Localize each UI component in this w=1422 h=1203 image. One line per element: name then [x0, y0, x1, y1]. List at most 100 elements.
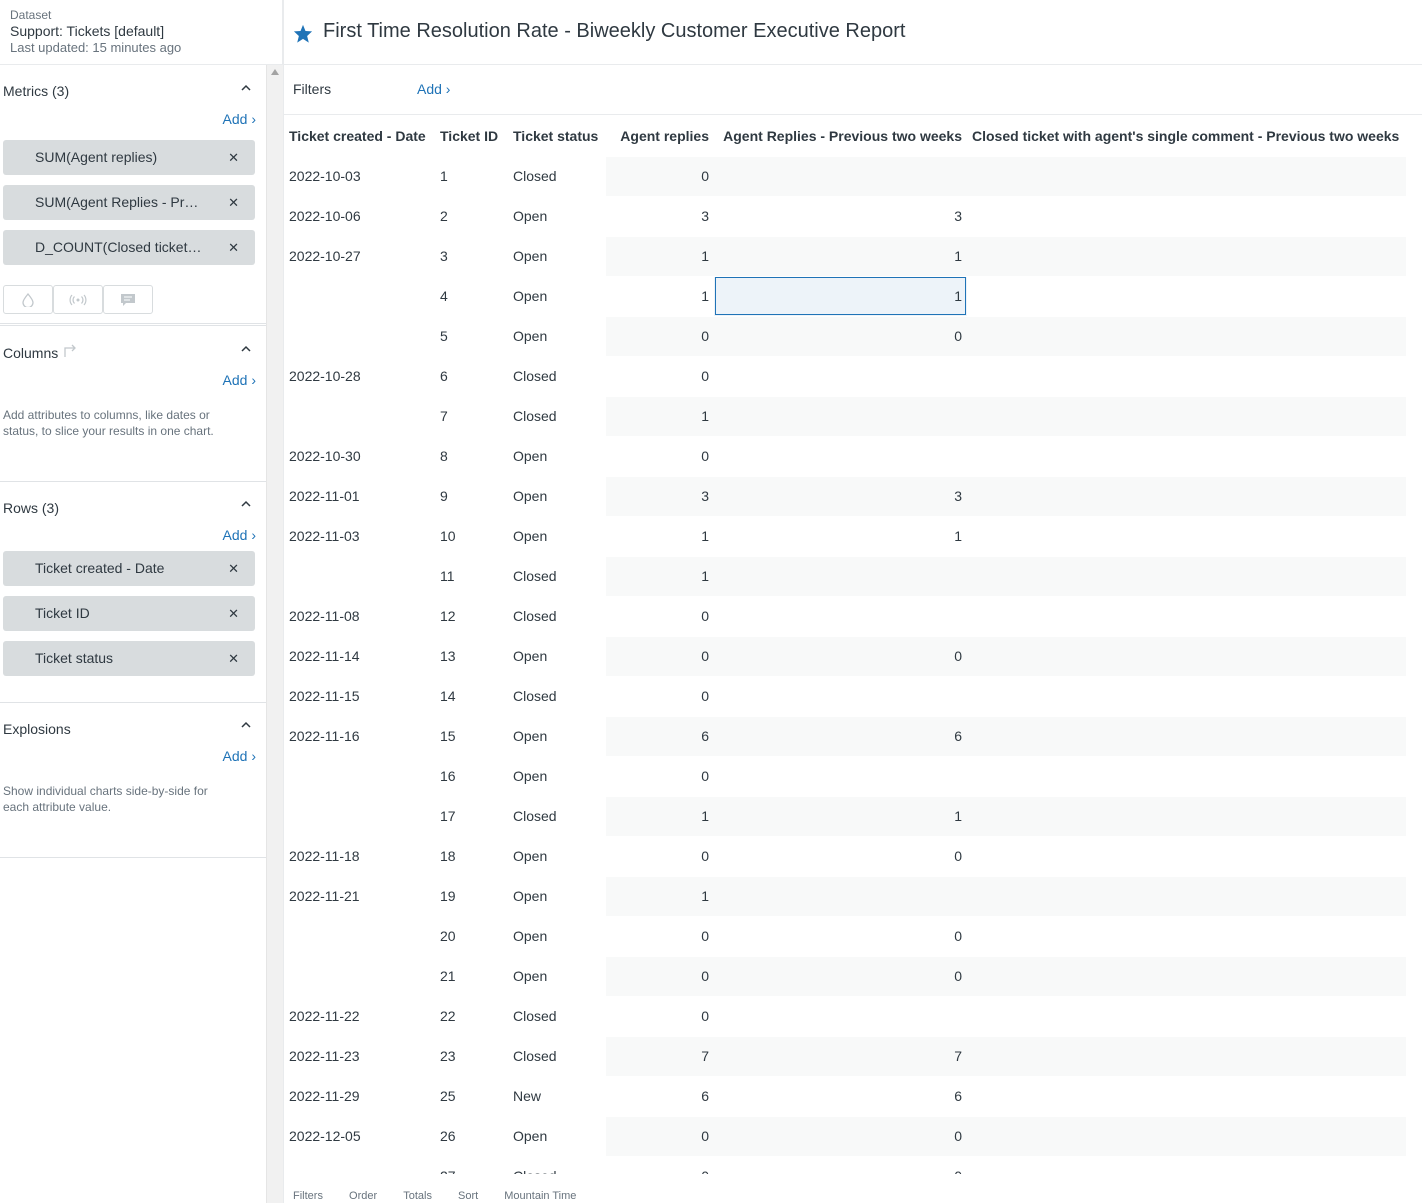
cell-agent-replies-prev[interactable]: [714, 675, 967, 717]
cell-closed-single-comment[interactable]: [967, 195, 1406, 237]
cell-agent-replies-prev[interactable]: [714, 595, 967, 637]
cell-agent-replies[interactable]: 7: [606, 1035, 714, 1077]
cell-closed-single-comment[interactable]: [967, 995, 1406, 1037]
cell-created-date[interactable]: 2022-11-23: [284, 1036, 435, 1076]
cell-agent-replies-prev[interactable]: 0: [714, 315, 967, 357]
cell-ticket-status[interactable]: Closed: [508, 596, 606, 636]
cell-ticket-status[interactable]: Closed: [508, 556, 606, 596]
report-title[interactable]: First Time Resolution Rate - Biweekly Cu…: [323, 20, 905, 43]
metric-pill[interactable]: D_COUNT(Closed ticket with agent's singl…: [3, 230, 255, 265]
cell-agent-replies[interactable]: 1: [606, 515, 714, 557]
cell-ticket-status[interactable]: Closed: [508, 396, 606, 436]
cell-agent-replies[interactable]: 0: [606, 915, 714, 957]
cell-created-date[interactable]: [284, 396, 435, 436]
cell-ticket-status[interactable]: Open: [508, 516, 606, 556]
cell-ticket-id[interactable]: 11: [435, 556, 508, 596]
cell-ticket-id[interactable]: 4: [435, 276, 508, 316]
cell-agent-replies[interactable]: 6: [606, 1075, 714, 1117]
remove-metric-icon[interactable]: ✕: [228, 140, 239, 175]
cell-ticket-id[interactable]: 10: [435, 516, 508, 556]
cell-closed-single-comment[interactable]: [967, 475, 1406, 517]
cell-created-date[interactable]: 2022-11-18: [284, 836, 435, 876]
add-row-button[interactable]: Add ›: [223, 527, 256, 543]
cell-ticket-status[interactable]: Open: [508, 636, 606, 676]
cell-ticket-id[interactable]: 2: [435, 196, 508, 236]
cell-created-date[interactable]: [284, 556, 435, 596]
panel-scrollbar[interactable]: [266, 65, 283, 1203]
cell-closed-single-comment[interactable]: [967, 355, 1406, 397]
cell-agent-replies-prev[interactable]: 0: [714, 955, 967, 997]
cell-agent-replies[interactable]: 0: [606, 995, 714, 1037]
cell-created-date[interactable]: [284, 956, 435, 996]
cell-created-date[interactable]: 2022-11-21: [284, 876, 435, 916]
cell-ticket-status[interactable]: Closed: [508, 796, 606, 836]
cell-ticket-id[interactable]: 9: [435, 476, 508, 516]
cell-ticket-status[interactable]: Closed: [508, 356, 606, 396]
cell-ticket-id[interactable]: 22: [435, 996, 508, 1036]
cell-ticket-status[interactable]: Closed: [508, 1036, 606, 1076]
cell-closed-single-comment[interactable]: [967, 1115, 1406, 1157]
cell-agent-replies-prev[interactable]: 0: [714, 915, 967, 957]
cell-ticket-status[interactable]: Open: [508, 716, 606, 756]
cell-closed-single-comment[interactable]: [967, 515, 1406, 557]
cell-agent-replies[interactable]: 1: [606, 795, 714, 837]
cell-created-date[interactable]: [284, 756, 435, 796]
cell-agent-replies[interactable]: 1: [606, 555, 714, 597]
cell-agent-replies[interactable]: 1: [606, 235, 714, 277]
footer-totals[interactable]: Totals: [403, 1190, 432, 1202]
cell-created-date[interactable]: 2022-10-06: [284, 196, 435, 236]
cell-ticket-id[interactable]: 19: [435, 876, 508, 916]
cell-agent-replies-prev[interactable]: 0: [714, 835, 967, 877]
cell-agent-replies[interactable]: 1: [606, 875, 714, 917]
cell-agent-replies[interactable]: 3: [606, 195, 714, 237]
cell-agent-replies-prev[interactable]: 1: [714, 275, 967, 317]
collapse-explosions-icon[interactable]: [240, 719, 252, 731]
add-filter-button[interactable]: Add ›: [417, 81, 450, 97]
cell-ticket-id[interactable]: 12: [435, 596, 508, 636]
swap-icon[interactable]: [62, 344, 78, 358]
cell-ticket-id[interactable]: 26: [435, 1116, 508, 1156]
cell-closed-single-comment[interactable]: [967, 555, 1406, 597]
cell-closed-single-comment[interactable]: [967, 155, 1406, 197]
cell-agent-replies[interactable]: 0: [606, 435, 714, 477]
cell-created-date[interactable]: [284, 796, 435, 836]
cell-ticket-id[interactable]: 23: [435, 1036, 508, 1076]
cell-closed-single-comment[interactable]: [967, 235, 1406, 277]
cell-agent-replies[interactable]: 0: [606, 675, 714, 717]
cell-ticket-id[interactable]: 25: [435, 1076, 508, 1116]
results-table-container[interactable]: Ticket created - Date Ticket ID Ticket s…: [284, 116, 1422, 1174]
cell-ticket-id[interactable]: 27: [435, 1156, 508, 1174]
cell-created-date[interactable]: [284, 916, 435, 956]
cell-agent-replies-prev[interactable]: 1: [714, 795, 967, 837]
cell-ticket-status[interactable]: Closed: [508, 1156, 606, 1174]
cell-created-date[interactable]: 2022-11-29: [284, 1076, 435, 1116]
cell-ticket-status[interactable]: Closed: [508, 676, 606, 716]
dataset-info[interactable]: Dataset Support: Tickets [default] Last …: [0, 0, 283, 65]
cell-ticket-id[interactable]: 18: [435, 836, 508, 876]
cell-closed-single-comment[interactable]: [967, 395, 1406, 437]
cell-ticket-id[interactable]: 16: [435, 756, 508, 796]
cell-closed-single-comment[interactable]: [967, 275, 1406, 317]
cell-closed-single-comment[interactable]: [967, 675, 1406, 717]
header-ticket-created-date[interactable]: Ticket created - Date: [284, 116, 435, 156]
remove-metric-icon[interactable]: ✕: [228, 185, 239, 220]
cell-ticket-status[interactable]: New: [508, 1076, 606, 1116]
cell-ticket-id[interactable]: 5: [435, 316, 508, 356]
cell-closed-single-comment[interactable]: [967, 315, 1406, 357]
comment-icon-button[interactable]: [103, 285, 153, 314]
footer-sort[interactable]: Sort: [458, 1190, 478, 1202]
cell-agent-replies-prev[interactable]: [714, 995, 967, 1037]
cell-ticket-id[interactable]: 1: [435, 156, 508, 196]
cell-created-date[interactable]: 2022-12-05: [284, 1116, 435, 1156]
cell-agent-replies[interactable]: 0: [606, 635, 714, 677]
cell-ticket-id[interactable]: 13: [435, 636, 508, 676]
cell-ticket-status[interactable]: Open: [508, 756, 606, 796]
cell-ticket-status[interactable]: Open: [508, 236, 606, 276]
remove-metric-icon[interactable]: ✕: [228, 230, 239, 265]
cell-created-date[interactable]: 2022-11-01: [284, 476, 435, 516]
remove-row-icon[interactable]: ✕: [228, 596, 239, 631]
cell-agent-replies-prev[interactable]: 0: [714, 1115, 967, 1157]
cell-agent-replies[interactable]: 3: [606, 475, 714, 517]
cell-ticket-id[interactable]: 6: [435, 356, 508, 396]
cell-created-date[interactable]: 2022-11-03: [284, 516, 435, 556]
